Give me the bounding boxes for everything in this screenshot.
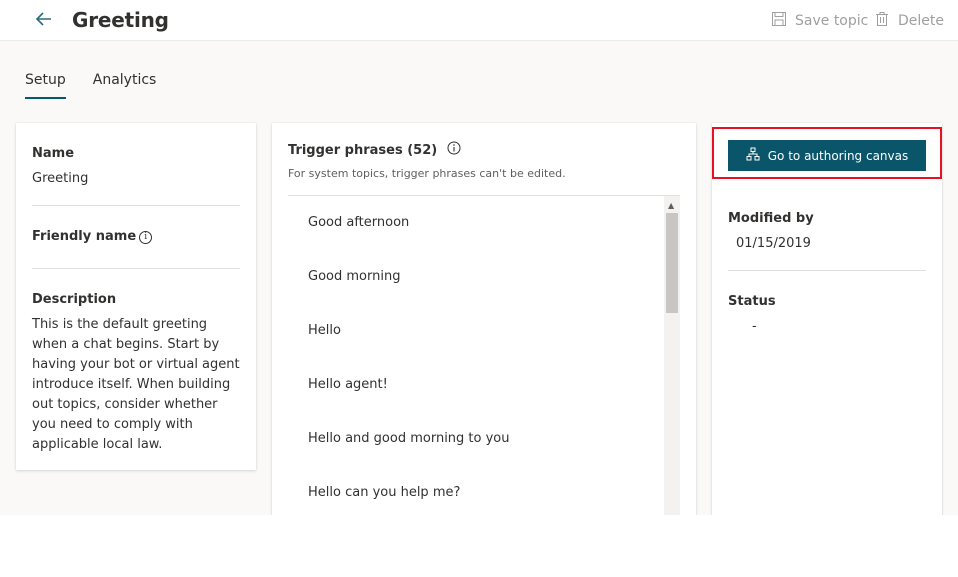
scroll-up-arrow-icon[interactable]: ▲ bbox=[668, 201, 674, 210]
trigger-phrases-title: Trigger phrases (52) bbox=[288, 142, 438, 158]
topic-page: Greeting Save topic Delete Setup Analyti… bbox=[0, 0, 958, 515]
trigger-phrases-header: Trigger phrases (52) bbox=[288, 141, 461, 159]
divider bbox=[32, 205, 240, 206]
info-icon[interactable] bbox=[447, 141, 461, 159]
trash-icon bbox=[874, 11, 890, 31]
go-to-authoring-canvas-button[interactable]: Go to authoring canvas bbox=[728, 140, 926, 171]
details-card: Name Greeting Friendly name i Description… bbox=[16, 123, 256, 470]
list-item: Hello bbox=[308, 323, 341, 338]
list-item: Good morning bbox=[308, 269, 401, 284]
tab-bar: Setup Analytics bbox=[25, 72, 156, 99]
friendly-name-label: Friendly name bbox=[32, 229, 137, 244]
page-title: Greeting bbox=[72, 8, 169, 32]
go-to-authoring-canvas-label: Go to authoring canvas bbox=[767, 148, 909, 163]
list-item: Good afternoon bbox=[308, 215, 410, 230]
description-label: Description bbox=[32, 292, 117, 307]
delete-button[interactable]: Delete bbox=[874, 11, 944, 31]
back-arrow-icon[interactable] bbox=[33, 8, 55, 30]
save-topic-button[interactable]: Save topic bbox=[771, 11, 868, 31]
save-topic-label: Save topic bbox=[795, 13, 869, 29]
list-item: Hello can you help me? bbox=[308, 485, 461, 500]
list-item: Hello agent! bbox=[308, 377, 388, 392]
trigger-phrase-list: Good afternoon Good morning Hello Hello … bbox=[288, 195, 680, 515]
scrollbar-thumb[interactable] bbox=[666, 213, 678, 313]
flow-diagram-icon bbox=[746, 147, 760, 164]
tab-analytics[interactable]: Analytics bbox=[93, 72, 157, 99]
trigger-phrases-note: For system topics, trigger phrases can't… bbox=[288, 167, 566, 180]
scrollbar[interactable]: ▲ bbox=[664, 196, 680, 515]
status-label: Status bbox=[728, 294, 776, 309]
description-text: This is the default greeting when a chat… bbox=[32, 317, 240, 452]
status-value: - bbox=[752, 319, 757, 334]
topic-info-card: Modified by 01/15/2019 Status - bbox=[712, 123, 942, 515]
name-value: Greeting bbox=[32, 171, 89, 186]
info-icon[interactable]: i bbox=[139, 231, 153, 244]
list-item: Hello and good morning to you bbox=[308, 431, 510, 446]
top-bar: Greeting Save topic Delete bbox=[0, 0, 958, 41]
name-label: Name bbox=[32, 146, 75, 161]
friendly-name-row: Friendly name i bbox=[32, 229, 153, 244]
modified-by-label: Modified by bbox=[728, 211, 814, 226]
delete-label: Delete bbox=[898, 13, 944, 29]
divider bbox=[32, 268, 240, 269]
trigger-phrases-card: Trigger phrases (52) For system topics, … bbox=[272, 123, 696, 515]
divider bbox=[728, 270, 926, 271]
tab-setup[interactable]: Setup bbox=[25, 72, 66, 99]
save-icon bbox=[771, 11, 787, 31]
modified-by-value: 01/15/2019 bbox=[736, 236, 811, 251]
